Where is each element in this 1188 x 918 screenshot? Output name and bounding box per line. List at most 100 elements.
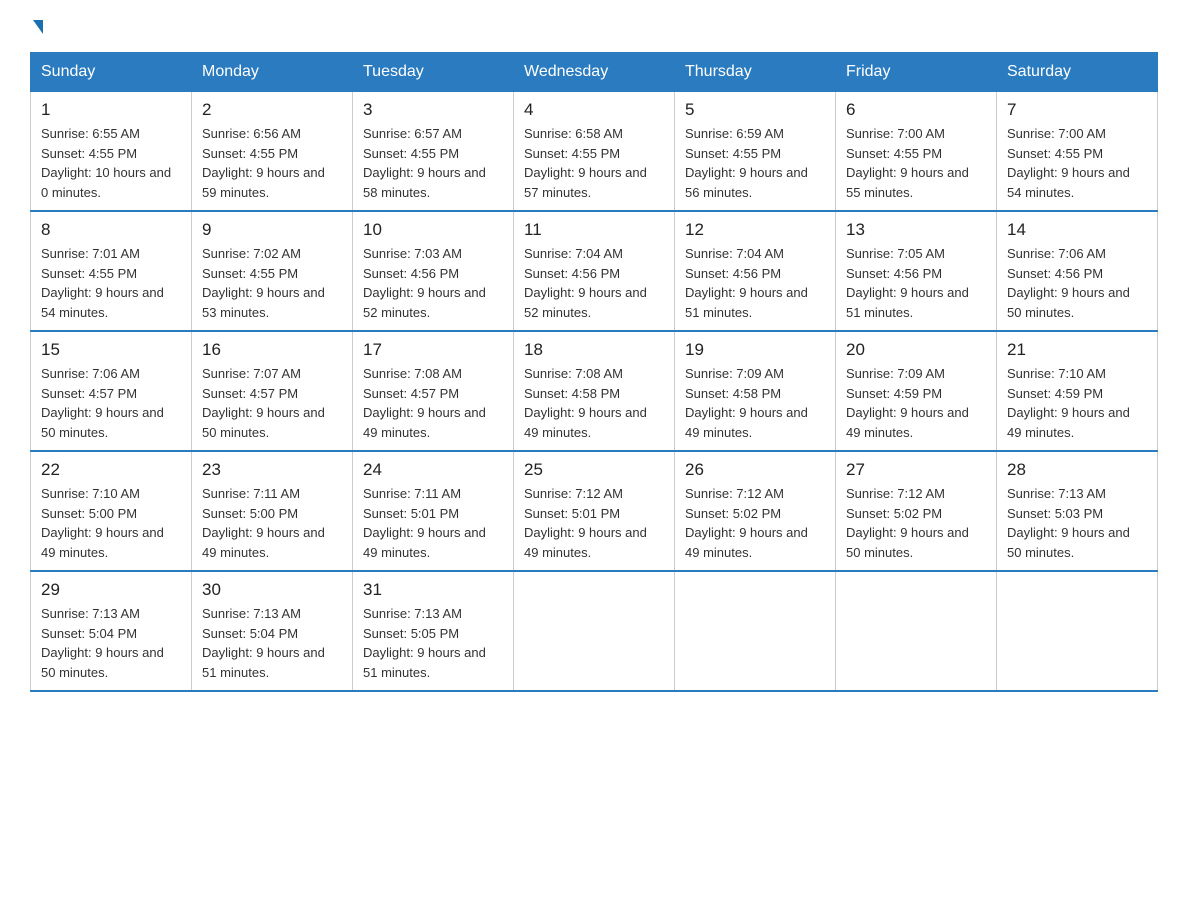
day-info: Sunrise: 7:12 AMSunset: 5:01 PMDaylight:… [524, 484, 664, 562]
day-number: 7 [1007, 100, 1147, 120]
day-number: 31 [363, 580, 503, 600]
day-number: 9 [202, 220, 342, 240]
day-number: 12 [685, 220, 825, 240]
calendar-cell: 16 Sunrise: 7:07 AMSunset: 4:57 PMDayligh… [192, 331, 353, 451]
calendar-cell [997, 571, 1158, 691]
day-number: 4 [524, 100, 664, 120]
day-info: Sunrise: 7:08 AMSunset: 4:57 PMDaylight:… [363, 364, 503, 442]
calendar-cell: 2Sunrise: 6:56 AMSunset: 4:55 PMDaylight… [192, 92, 353, 212]
day-number: 23 [202, 460, 342, 480]
day-number: 19 [685, 340, 825, 360]
day-info: Sunrise: 7:11 AMSunset: 5:00 PMDaylight:… [202, 484, 342, 562]
day-info: Sunrise: 7:00 AMSunset: 4:55 PMDaylight:… [1007, 124, 1147, 202]
weekday-header-tuesday: Tuesday [353, 53, 514, 92]
calendar-cell: 29 Sunrise: 7:13 AMSunset: 5:04 PMDayligh… [31, 571, 192, 691]
day-info: Sunrise: 7:01 AMSunset: 4:55 PMDaylight:… [41, 244, 181, 322]
day-info: Sunrise: 6:57 AMSunset: 4:55 PMDaylight:… [363, 124, 503, 202]
day-info: Sunrise: 7:03 AMSunset: 4:56 PMDaylight:… [363, 244, 503, 322]
calendar-cell: 28 Sunrise: 7:13 AMSunset: 5:03 PMDayligh… [997, 451, 1158, 571]
calendar-week-row: 8Sunrise: 7:01 AMSunset: 4:55 PMDaylight… [31, 211, 1158, 331]
calendar-week-row: 1Sunrise: 6:55 AMSunset: 4:55 PMDaylight… [31, 92, 1158, 212]
day-number: 26 [685, 460, 825, 480]
day-number: 16 [202, 340, 342, 360]
day-info: Sunrise: 7:00 AMSunset: 4:55 PMDaylight:… [846, 124, 986, 202]
calendar-cell: 9 Sunrise: 7:02 AMSunset: 4:55 PMDaylight… [192, 211, 353, 331]
day-number: 25 [524, 460, 664, 480]
day-info: Sunrise: 7:06 AMSunset: 4:56 PMDaylight:… [1007, 244, 1147, 322]
calendar-cell: 3 Sunrise: 6:57 AMSunset: 4:55 PMDaylight… [353, 92, 514, 212]
calendar-cell: 31Sunrise: 7:13 AMSunset: 5:05 PMDayligh… [353, 571, 514, 691]
day-info: Sunrise: 7:04 AMSunset: 4:56 PMDaylight:… [685, 244, 825, 322]
day-number: 13 [846, 220, 986, 240]
calendar-cell: 12 Sunrise: 7:04 AMSunset: 4:56 PMDayligh… [675, 211, 836, 331]
day-info: Sunrise: 7:10 AMSunset: 4:59 PMDaylight:… [1007, 364, 1147, 442]
calendar-cell: 14 Sunrise: 7:06 AMSunset: 4:56 PMDayligh… [997, 211, 1158, 331]
calendar-cell [836, 571, 997, 691]
day-number: 6 [846, 100, 986, 120]
weekday-header-row: SundayMondayTuesdayWednesdayThursdayFrid… [31, 53, 1158, 92]
day-info: Sunrise: 7:13 AMSunset: 5:03 PMDaylight:… [1007, 484, 1147, 562]
calendar-cell [675, 571, 836, 691]
day-number: 29 [41, 580, 181, 600]
calendar-cell: 18Sunrise: 7:08 AMSunset: 4:58 PMDayligh… [514, 331, 675, 451]
day-number: 27 [846, 460, 986, 480]
day-info: Sunrise: 6:59 AMSunset: 4:55 PMDaylight:… [685, 124, 825, 202]
calendar-cell: 27 Sunrise: 7:12 AMSunset: 5:02 PMDayligh… [836, 451, 997, 571]
calendar-cell: 15Sunrise: 7:06 AMSunset: 4:57 PMDayligh… [31, 331, 192, 451]
calendar-cell [514, 571, 675, 691]
day-number: 17 [363, 340, 503, 360]
day-number: 22 [41, 460, 181, 480]
calendar-week-row: 29 Sunrise: 7:13 AMSunset: 5:04 PMDayligh… [31, 571, 1158, 691]
day-number: 21 [1007, 340, 1147, 360]
logo-triangle-icon [33, 20, 43, 34]
calendar-cell: 21 Sunrise: 7:10 AMSunset: 4:59 PMDayligh… [997, 331, 1158, 451]
day-info: Sunrise: 7:09 AMSunset: 4:59 PMDaylight:… [846, 364, 986, 442]
day-number: 10 [363, 220, 503, 240]
calendar-cell: 4 Sunrise: 6:58 AMSunset: 4:55 PMDaylight… [514, 92, 675, 212]
day-number: 18 [524, 340, 664, 360]
calendar-cell: 6 Sunrise: 7:00 AMSunset: 4:55 PMDaylight… [836, 92, 997, 212]
day-info: Sunrise: 7:02 AMSunset: 4:55 PMDaylight:… [202, 244, 342, 322]
calendar-cell: 30 Sunrise: 7:13 AMSunset: 5:04 PMDayligh… [192, 571, 353, 691]
day-number: 28 [1007, 460, 1147, 480]
calendar-cell: 25 Sunrise: 7:12 AMSunset: 5:01 PMDayligh… [514, 451, 675, 571]
weekday-header-thursday: Thursday [675, 53, 836, 92]
day-number: 5 [685, 100, 825, 120]
calendar-week-row: 22 Sunrise: 7:10 AMSunset: 5:00 PMDayligh… [31, 451, 1158, 571]
day-info: Sunrise: 7:13 AMSunset: 5:04 PMDaylight:… [41, 604, 181, 682]
weekday-header-wednesday: Wednesday [514, 53, 675, 92]
day-info: Sunrise: 7:13 AMSunset: 5:04 PMDaylight:… [202, 604, 342, 682]
calendar-cell: 13Sunrise: 7:05 AMSunset: 4:56 PMDayligh… [836, 211, 997, 331]
day-info: Sunrise: 7:06 AMSunset: 4:57 PMDaylight:… [41, 364, 181, 442]
calendar-cell: 10 Sunrise: 7:03 AMSunset: 4:56 PMDayligh… [353, 211, 514, 331]
calendar-cell: 17 Sunrise: 7:08 AMSunset: 4:57 PMDayligh… [353, 331, 514, 451]
calendar-cell: 1Sunrise: 6:55 AMSunset: 4:55 PMDaylight… [31, 92, 192, 212]
calendar-cell: 20 Sunrise: 7:09 AMSunset: 4:59 PMDayligh… [836, 331, 997, 451]
calendar-cell: 11Sunrise: 7:04 AMSunset: 4:56 PMDayligh… [514, 211, 675, 331]
day-number: 30 [202, 580, 342, 600]
day-number: 14 [1007, 220, 1147, 240]
day-number: 1 [41, 100, 181, 120]
calendar-cell: 23 Sunrise: 7:11 AMSunset: 5:00 PMDayligh… [192, 451, 353, 571]
day-info: Sunrise: 7:11 AMSunset: 5:01 PMDaylight:… [363, 484, 503, 562]
day-number: 2 [202, 100, 342, 120]
calendar-cell: 22 Sunrise: 7:10 AMSunset: 5:00 PMDayligh… [31, 451, 192, 571]
calendar-cell: 24 Sunrise: 7:11 AMSunset: 5:01 PMDayligh… [353, 451, 514, 571]
page-header [30, 20, 1158, 34]
day-info: Sunrise: 7:07 AMSunset: 4:57 PMDaylight:… [202, 364, 342, 442]
calendar-cell: 5 Sunrise: 6:59 AMSunset: 4:55 PMDaylight… [675, 92, 836, 212]
day-number: 24 [363, 460, 503, 480]
day-number: 3 [363, 100, 503, 120]
calendar-week-row: 15Sunrise: 7:06 AMSunset: 4:57 PMDayligh… [31, 331, 1158, 451]
calendar-cell: 19Sunrise: 7:09 AMSunset: 4:58 PMDayligh… [675, 331, 836, 451]
day-number: 20 [846, 340, 986, 360]
day-info: Sunrise: 7:10 AMSunset: 5:00 PMDaylight:… [41, 484, 181, 562]
calendar-cell: 7 Sunrise: 7:00 AMSunset: 4:55 PMDaylight… [997, 92, 1158, 212]
day-info: Sunrise: 7:12 AMSunset: 5:02 PMDaylight:… [685, 484, 825, 562]
calendar-cell: 26 Sunrise: 7:12 AMSunset: 5:02 PMDayligh… [675, 451, 836, 571]
day-info: Sunrise: 7:12 AMSunset: 5:02 PMDaylight:… [846, 484, 986, 562]
day-info: Sunrise: 6:58 AMSunset: 4:55 PMDaylight:… [524, 124, 664, 202]
day-info: Sunrise: 7:04 AMSunset: 4:56 PMDaylight:… [524, 244, 664, 322]
weekday-header-saturday: Saturday [997, 53, 1158, 92]
weekday-header-friday: Friday [836, 53, 997, 92]
